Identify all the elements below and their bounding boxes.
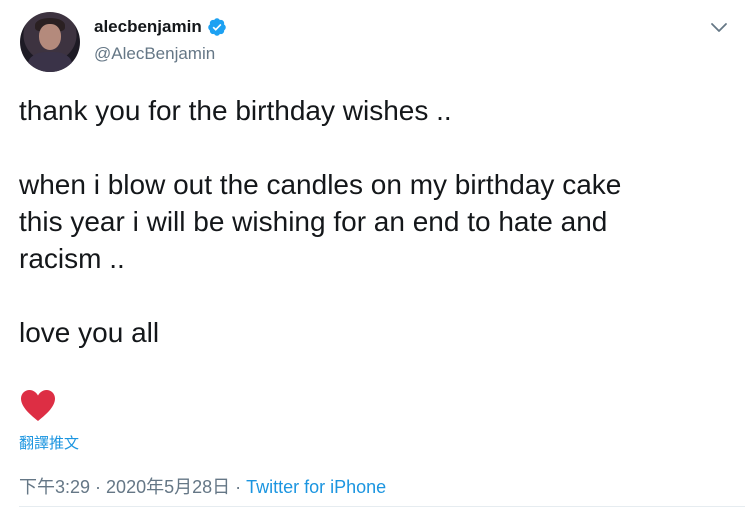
user-handle[interactable]: @AlecBenjamin	[94, 44, 215, 64]
author-name-row[interactable]: alecbenjamin	[94, 17, 227, 37]
translate-tweet-link[interactable]: 翻譯推文	[19, 432, 79, 453]
tweet-source-link[interactable]: Twitter for iPhone	[246, 477, 386, 497]
tweet-text: thank you for the birthday wishes .. whe…	[19, 92, 719, 351]
tweet-meta: 下午3:29 · 2020年5月28日 · Twitter for iPhone	[19, 473, 386, 499]
tweet-date[interactable]: 2020年5月28日	[106, 477, 230, 497]
avatar[interactable]	[20, 12, 80, 72]
tweet-line: when i blow out the candles on my birthd…	[19, 169, 622, 200]
meta-separator: ·	[90, 477, 107, 497]
tweet-line: thank you for the birthday wishes ..	[19, 95, 452, 126]
tweet-line: racism ..	[19, 243, 125, 274]
tweet-line: this year i will be wishing for an end t…	[19, 206, 608, 237]
tweet-time[interactable]: 下午3:29	[19, 477, 90, 497]
chevron-down-icon[interactable]	[708, 16, 730, 38]
tweet-line: love you all	[19, 317, 160, 348]
meta-separator: ·	[230, 477, 247, 497]
heart-emoji	[20, 389, 56, 422]
divider	[19, 506, 745, 507]
display-name[interactable]: alecbenjamin	[94, 17, 202, 37]
verified-badge-icon	[207, 17, 227, 37]
